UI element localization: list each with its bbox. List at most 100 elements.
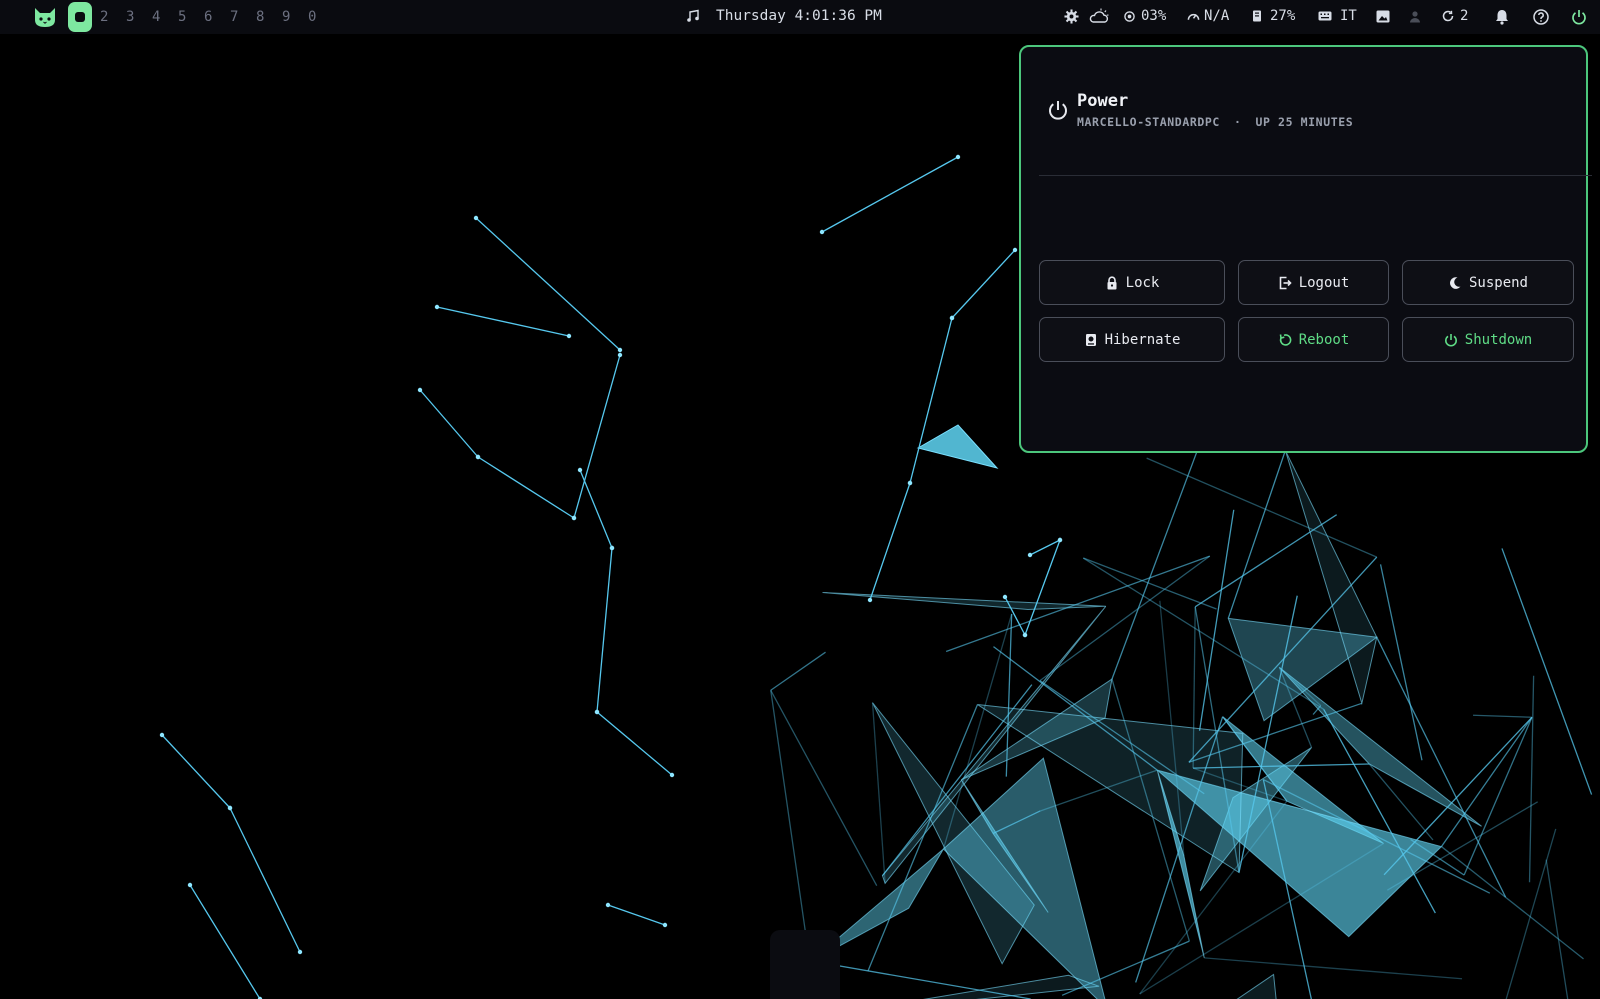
wallpaper-line bbox=[770, 689, 878, 886]
wallpaper-strand bbox=[951, 249, 1016, 319]
wallpaper-line bbox=[1227, 450, 1286, 619]
wallpaper-strand bbox=[436, 306, 570, 337]
subtitle-separator: · bbox=[1233, 115, 1242, 129]
screenshot-icon[interactable] bbox=[1376, 10, 1390, 23]
speedometer-icon bbox=[1187, 13, 1200, 20]
media-clock[interactable]: Thursday 4:01:36 PM bbox=[686, 8, 882, 24]
wallpaper-node bbox=[1027, 552, 1033, 558]
music-note-icon bbox=[687, 9, 699, 22]
wallpaper-node bbox=[867, 597, 873, 603]
moon-icon bbox=[1450, 276, 1461, 289]
wallpaper-line bbox=[1473, 714, 1532, 718]
wallpaper-node bbox=[819, 229, 825, 235]
refresh-icon bbox=[1442, 10, 1454, 22]
wallpaper-shard bbox=[916, 424, 999, 469]
workspace-4[interactable]: 4 bbox=[152, 9, 160, 25]
wallpaper-node bbox=[907, 480, 913, 486]
dock-handle[interactable] bbox=[770, 930, 840, 999]
wallpaper-node bbox=[297, 949, 303, 955]
wallpaper-strand bbox=[607, 904, 666, 926]
wallpaper-strand bbox=[596, 711, 673, 776]
wallpaper-node bbox=[617, 352, 623, 358]
wallpaper-strand bbox=[596, 547, 613, 713]
workspace-0[interactable]: 0 bbox=[308, 9, 316, 25]
help-icon[interactable] bbox=[1533, 9, 1549, 25]
wallpaper-line bbox=[1204, 957, 1463, 980]
top-bar: 2 3 4 5 6 7 8 9 0 Thursday 4:01:36 PM 03… bbox=[0, 0, 1600, 34]
shutdown-button[interactable]: Shutdown bbox=[1402, 317, 1574, 362]
workspace-5[interactable]: 5 bbox=[178, 9, 186, 25]
wallpaper-node bbox=[1002, 594, 1008, 600]
bell-icon[interactable] bbox=[1494, 9, 1510, 25]
wallpaper-line bbox=[811, 960, 1031, 999]
workspace-7[interactable]: 7 bbox=[230, 9, 238, 25]
wallpaper-node bbox=[577, 467, 583, 473]
power-subtitle: MARCELLO-STANDARDPC · UP 25 MINUTES bbox=[1077, 115, 1353, 129]
wallpaper-strand bbox=[475, 217, 621, 351]
wallpaper-line bbox=[1111, 426, 1207, 680]
wallpaper-strand bbox=[869, 482, 911, 601]
shutdown-icon bbox=[1444, 333, 1457, 347]
cpu-indicator[interactable]: 03% bbox=[1124, 8, 1166, 24]
wallpaper-shard bbox=[822, 591, 1106, 610]
settings-gear-icon[interactable] bbox=[1064, 9, 1079, 24]
suspend-button[interactable]: Suspend bbox=[1402, 260, 1574, 305]
user-idle-icon[interactable] bbox=[1409, 10, 1421, 23]
workspace-1-active[interactable] bbox=[68, 2, 92, 32]
power-divider bbox=[1039, 175, 1592, 176]
cpu-chip-icon bbox=[1124, 10, 1135, 22]
wallpaper-strand bbox=[573, 354, 621, 519]
lock-label: Lock bbox=[1125, 274, 1160, 291]
workspace-9[interactable]: 9 bbox=[282, 9, 290, 25]
reboot-label: Reboot bbox=[1298, 331, 1350, 348]
wallpaper-line bbox=[770, 651, 826, 691]
power-menu-popup: Power MARCELLO-STANDARDPC · UP 25 MINUTES … bbox=[1019, 45, 1592, 453]
updates-indicator[interactable]: 2 bbox=[1442, 8, 1468, 24]
wallpaper-line bbox=[1146, 457, 1378, 558]
wallpaper-strand bbox=[579, 469, 613, 549]
speed-indicator[interactable]: N/A bbox=[1187, 8, 1229, 24]
lock-button[interactable]: Lock bbox=[1039, 260, 1225, 305]
workspace-2[interactable]: 2 bbox=[100, 9, 108, 25]
wallpaper-line bbox=[1440, 846, 1584, 960]
cpu-value: 03% bbox=[1141, 8, 1167, 24]
desktop: 2 3 4 5 6 7 8 9 0 Thursday 4:01:36 PM 03… bbox=[0, 0, 1600, 999]
workspace-3[interactable]: 3 bbox=[126, 9, 134, 25]
hostname: MARCELLO-STANDARDPC bbox=[1077, 115, 1220, 129]
shutdown-label: Shutdown bbox=[1464, 331, 1533, 348]
keyboard-layout-value: IT bbox=[1340, 8, 1357, 24]
wallpaper-line bbox=[1501, 548, 1593, 795]
wallpaper-strand bbox=[189, 884, 261, 999]
wallpaper-node bbox=[475, 454, 481, 460]
wallpaper-node bbox=[662, 922, 668, 928]
wallpaper-node bbox=[1057, 537, 1063, 543]
wallpaper-node bbox=[566, 333, 572, 339]
wallpaper-line bbox=[1039, 555, 1211, 682]
keyboard-layout-indicator[interactable]: IT bbox=[1318, 8, 1357, 24]
hibernate-button[interactable]: Hibernate bbox=[1039, 317, 1225, 362]
wallpaper-node bbox=[949, 315, 955, 321]
cat-logo-icon[interactable] bbox=[32, 5, 58, 29]
memory-value: 27% bbox=[1270, 8, 1296, 24]
wallpaper-node bbox=[955, 154, 961, 160]
wallpaper-line bbox=[770, 690, 811, 963]
hibernate-label: Hibernate bbox=[1104, 331, 1181, 348]
wallpaper-strand bbox=[909, 317, 953, 484]
wallpaper-strand bbox=[477, 456, 575, 519]
workspace-6[interactable]: 6 bbox=[204, 9, 212, 25]
wallpaper-node bbox=[594, 709, 600, 715]
wallpaper-strand bbox=[229, 807, 301, 953]
weather-cloud-icon[interactable] bbox=[1088, 8, 1110, 25]
wallpaper-line bbox=[1545, 859, 1569, 999]
wallpaper-line bbox=[1194, 514, 1338, 608]
wallpaper-node bbox=[187, 882, 193, 888]
logout-label: Logout bbox=[1298, 274, 1350, 291]
suspend-label: Suspend bbox=[1468, 274, 1528, 291]
workspace-8[interactable]: 8 bbox=[256, 9, 264, 25]
wallpaper-node bbox=[473, 215, 479, 221]
reboot-button[interactable]: Reboot bbox=[1238, 317, 1389, 362]
memory-indicator[interactable]: 27% bbox=[1252, 8, 1295, 24]
logout-button[interactable]: Logout bbox=[1238, 260, 1389, 305]
power-menu-icon[interactable] bbox=[1571, 9, 1587, 25]
wallpaper-node bbox=[227, 805, 233, 811]
